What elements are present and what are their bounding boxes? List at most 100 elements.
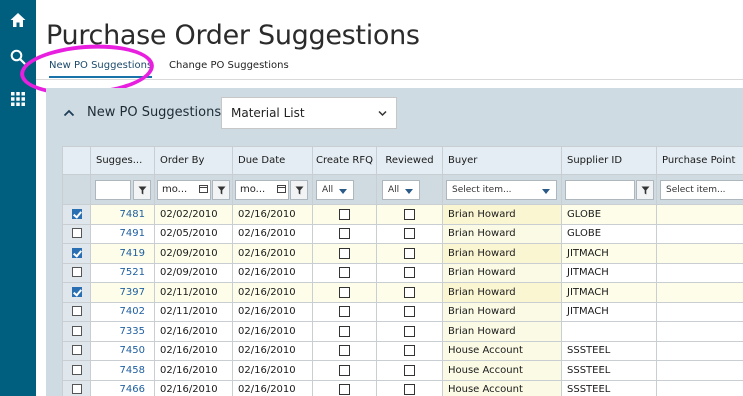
order-by-cell: 02/09/2010 bbox=[154, 262, 233, 283]
table-row[interactable]: 7466 02/16/2010 02/16/2010 House Account SSS… bbox=[62, 379, 743, 396]
column-header-order-by[interactable]: Order By bbox=[154, 146, 233, 175]
suggestion-number-link[interactable]: 7450 bbox=[90, 340, 155, 361]
row-select-checkbox[interactable] bbox=[71, 325, 82, 336]
reviewed-checkbox[interactable] bbox=[404, 267, 415, 278]
order-by-cell: 02/02/2010 bbox=[154, 204, 233, 225]
buyer-filter-value: Select item... bbox=[452, 185, 512, 195]
due-date-cell: 02/16/2010 bbox=[232, 379, 313, 396]
create-rfq-filter-dropdown[interactable]: All bbox=[316, 180, 354, 200]
row-select-checkbox[interactable] bbox=[71, 384, 82, 395]
table-row[interactable]: 7450 02/16/2010 02/16/2010 House Account SSS… bbox=[62, 340, 743, 361]
table-row[interactable]: 7458 02/16/2010 02/16/2010 House Account SSS… bbox=[62, 360, 743, 381]
create-rfq-checkbox[interactable] bbox=[339, 286, 350, 298]
apps-grid-icon[interactable] bbox=[9, 90, 27, 108]
purchase-point-filter-dropdown[interactable]: Select item... bbox=[660, 180, 743, 200]
tab-change-po-suggestions[interactable]: Change PO Suggestions bbox=[169, 60, 289, 71]
buyer-cell: Brian Howard bbox=[442, 321, 562, 342]
reviewed-cell bbox=[376, 379, 443, 396]
create-rfq-checkbox[interactable] bbox=[339, 306, 350, 317]
column-header-create-rfq[interactable]: Create RFQ bbox=[312, 146, 377, 175]
column-header-buyer[interactable]: Buyer bbox=[442, 146, 562, 175]
reviewed-cell bbox=[376, 301, 443, 322]
create-rfq-checkbox[interactable] bbox=[339, 325, 350, 337]
suggestion-filter-input[interactable] bbox=[95, 180, 131, 200]
supplier-id-cell: GLOBE bbox=[561, 223, 657, 244]
row-select-checkbox[interactable] bbox=[71, 228, 82, 239]
due-date-cell: 02/16/2010 bbox=[232, 360, 313, 381]
suggestion-number-link[interactable]: 7402 bbox=[90, 301, 155, 322]
row-select-cell bbox=[62, 243, 91, 264]
suggestion-number-link[interactable]: 7335 bbox=[90, 321, 155, 342]
buyer-cell: House Account bbox=[442, 360, 562, 381]
reviewed-checkbox[interactable] bbox=[404, 306, 415, 317]
row-select-checkbox[interactable] bbox=[71, 345, 82, 356]
create-rfq-checkbox[interactable] bbox=[339, 228, 350, 239]
row-select-checkbox[interactable] bbox=[71, 364, 82, 375]
table-row[interactable]: 7335 02/16/2010 02/16/2010 Brian Howard bbox=[62, 321, 743, 342]
suggestion-number-link[interactable]: 7521 bbox=[90, 262, 155, 283]
row-select-checkbox[interactable] bbox=[71, 247, 82, 258]
buyer-filter-dropdown[interactable]: Select item... bbox=[446, 180, 557, 200]
row-select-checkbox[interactable] bbox=[71, 306, 82, 317]
filter-cell-select bbox=[62, 174, 91, 205]
column-header-reviewed[interactable]: Reviewed bbox=[376, 146, 443, 175]
reviewed-cell bbox=[376, 340, 443, 361]
supplier-id-filter-input[interactable] bbox=[565, 180, 635, 200]
table-row[interactable]: 7402 02/11/2010 02/16/2010 Brian Howard JITM… bbox=[62, 301, 743, 322]
create-rfq-checkbox[interactable] bbox=[339, 247, 350, 259]
column-header-purchase-point[interactable]: Purchase Point bbox=[656, 146, 743, 175]
chevron-up-icon[interactable] bbox=[63, 108, 75, 118]
suggestion-filter-button[interactable] bbox=[133, 180, 151, 200]
reviewed-checkbox[interactable] bbox=[404, 325, 415, 337]
table-row[interactable]: 7397 02/11/2010 02/16/2010 Brian Howard JITM… bbox=[62, 282, 743, 303]
supplier-id-cell: JITMACH bbox=[561, 282, 657, 303]
filter-icon bbox=[217, 186, 226, 195]
table-row[interactable]: 7521 02/09/2010 02/16/2010 Brian Howard JITM… bbox=[62, 262, 743, 283]
create-rfq-checkbox[interactable] bbox=[339, 384, 350, 395]
purchase-point-cell bbox=[656, 243, 743, 264]
create-rfq-checkbox[interactable] bbox=[339, 208, 350, 220]
supplier-id-cell: GLOBE bbox=[561, 204, 657, 225]
calendar-icon[interactable] bbox=[277, 184, 286, 193]
view-select[interactable]: Material List bbox=[221, 97, 397, 129]
reviewed-checkbox[interactable] bbox=[404, 286, 415, 298]
due-date-filter-button[interactable] bbox=[290, 180, 308, 200]
table-row[interactable]: 7491 02/05/2010 02/16/2010 Brian Howard GLOB… bbox=[62, 223, 743, 244]
suggestion-number-link[interactable]: 7491 bbox=[90, 223, 155, 244]
reviewed-checkbox[interactable] bbox=[404, 364, 415, 376]
reviewed-checkbox[interactable] bbox=[404, 384, 415, 395]
supplier-id-filter-button[interactable] bbox=[636, 180, 654, 200]
row-select-cell bbox=[62, 340, 91, 361]
create-rfq-checkbox[interactable] bbox=[339, 267, 350, 278]
suggestion-number-link[interactable]: 7481 bbox=[90, 204, 155, 225]
row-select-cell bbox=[62, 379, 91, 396]
calendar-icon[interactable] bbox=[199, 184, 208, 193]
home-icon[interactable] bbox=[9, 11, 27, 29]
filter-cell-create-rfq: All bbox=[312, 174, 377, 205]
filter-cell-purchase-point: Select item... bbox=[656, 174, 743, 205]
row-select-checkbox[interactable] bbox=[71, 267, 82, 278]
reviewed-cell bbox=[376, 360, 443, 381]
create-rfq-checkbox[interactable] bbox=[339, 345, 350, 356]
column-header-supplier-id[interactable]: Supplier ID bbox=[561, 146, 657, 175]
suggestion-number-link[interactable]: 7466 bbox=[90, 379, 155, 396]
row-select-checkbox[interactable] bbox=[71, 286, 82, 297]
order-by-filter-button[interactable] bbox=[212, 180, 230, 200]
supplier-id-cell: JITMACH bbox=[561, 243, 657, 264]
suggestion-number-link[interactable]: 7458 bbox=[90, 360, 155, 381]
table-row[interactable]: 7419 02/09/2010 02/16/2010 Brian Howard JITM… bbox=[62, 243, 743, 264]
suggestion-number-link[interactable]: 7419 bbox=[90, 243, 155, 264]
column-header-due-date[interactable]: Due Date bbox=[232, 146, 313, 175]
buyer-cell: Brian Howard bbox=[442, 243, 562, 264]
suggestion-number-link[interactable]: 7397 bbox=[90, 282, 155, 303]
filter-cell-suggestion bbox=[90, 174, 155, 205]
create-rfq-checkbox[interactable] bbox=[339, 364, 350, 376]
table-row[interactable]: 7481 02/02/2010 02/16/2010 Brian Howard GLOB… bbox=[62, 204, 743, 225]
column-header-suggestion[interactable]: Sugges... bbox=[90, 146, 155, 175]
reviewed-checkbox[interactable] bbox=[404, 208, 415, 220]
reviewed-checkbox[interactable] bbox=[404, 247, 415, 259]
reviewed-filter-dropdown[interactable]: All bbox=[382, 180, 420, 200]
reviewed-checkbox[interactable] bbox=[404, 228, 415, 239]
row-select-checkbox[interactable] bbox=[71, 208, 82, 219]
reviewed-checkbox[interactable] bbox=[404, 345, 415, 356]
